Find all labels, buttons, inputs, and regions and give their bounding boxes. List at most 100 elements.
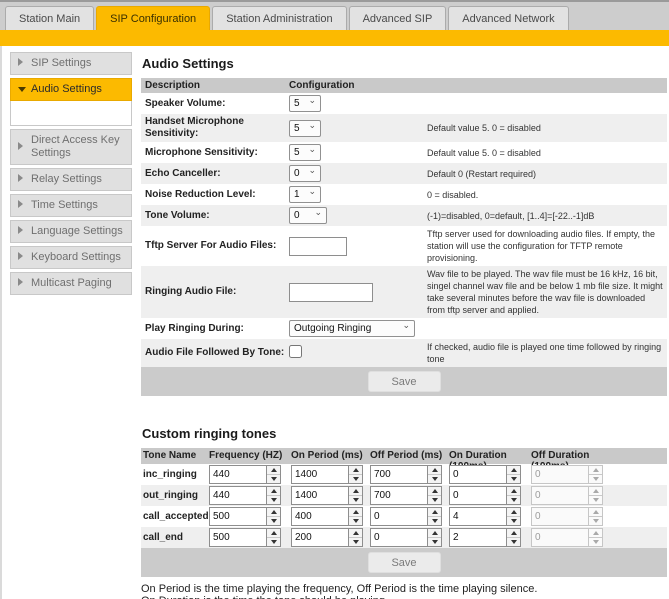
inc-ringing-on-duration-input[interactable]: 0: [449, 465, 521, 484]
chevron-right-icon: [18, 173, 25, 186]
tone-name: out_ringing: [143, 490, 198, 501]
row-help: Default 0 (Restart required): [427, 168, 537, 179]
table-row: Play Ringing During: Outgoing Ringing: [141, 318, 667, 339]
spinner-up-icon[interactable]: [507, 508, 520, 517]
chevron-right-icon: [18, 141, 25, 154]
spinner-down-icon[interactable]: [349, 475, 362, 483]
microphone-sensitivity-select[interactable]: 5: [289, 144, 321, 161]
sidebar-item-direct-access-key-settings[interactable]: Direct Access Key Settings: [10, 129, 132, 165]
row-help: Wav file to be played. The wav file must…: [427, 269, 663, 315]
echo-canceller-select[interactable]: 0: [289, 165, 321, 182]
out-ringing-off-period-input[interactable]: 700: [370, 486, 442, 505]
sidebar-item-keyboard-settings[interactable]: Keyboard Settings: [10, 246, 132, 269]
call-end-on-duration-input[interactable]: 2: [449, 528, 521, 547]
spinner-down-icon[interactable]: [428, 538, 441, 546]
spinner-up-icon[interactable]: [428, 529, 441, 538]
spinner-up-icon: [589, 508, 602, 517]
call-accepted-on-duration-input[interactable]: 4: [449, 507, 521, 526]
sidebar-item-label: Audio Settings: [31, 83, 102, 95]
spinner-up-icon[interactable]: [507, 487, 520, 496]
out-ringing-frequency-input[interactable]: 440: [209, 486, 281, 505]
spinner-up-icon[interactable]: [428, 487, 441, 496]
ringing-audio-file-input[interactable]: [289, 282, 373, 302]
spinner-down-icon[interactable]: [349, 517, 362, 525]
out-ringing-on-period-input[interactable]: 1400: [291, 486, 363, 505]
tab-advanced-sip[interactable]: Advanced SIP: [348, 6, 447, 30]
handset-microphone-sensitivity-select[interactable]: 5: [289, 119, 321, 137]
column-header-description: Description: [145, 80, 201, 91]
spinner-up-icon[interactable]: [428, 466, 441, 475]
call-end-frequency-input[interactable]: 500: [209, 528, 281, 547]
spinner-down-icon[interactable]: [428, 475, 441, 483]
table-row: call_accepted 500 400 0 4 0: [141, 506, 667, 527]
sidebar-item-language-settings[interactable]: Language Settings: [10, 220, 132, 243]
spinner-down-icon[interactable]: [267, 517, 280, 525]
audio-settings-table: Description Configuration Speaker Volume…: [141, 78, 667, 396]
spinner-up-icon: [589, 487, 602, 496]
spinner-down-icon[interactable]: [267, 475, 280, 483]
tab-advanced-network[interactable]: Advanced Network: [448, 6, 569, 30]
call-accepted-frequency-input[interactable]: 500: [209, 507, 281, 526]
spinner-down-icon[interactable]: [507, 538, 520, 546]
tab-station-administration[interactable]: Station Administration: [212, 6, 347, 30]
spinner-up-icon[interactable]: [507, 529, 520, 538]
inc-ringing-off-period-input[interactable]: 700: [370, 465, 442, 484]
spinner-up-icon[interactable]: [349, 466, 362, 475]
spinner-up-icon[interactable]: [349, 487, 362, 496]
call-end-off-period-input[interactable]: 0: [370, 528, 442, 547]
page-content: SIP Settings Audio Settings Direct Acces…: [0, 46, 669, 599]
tab-station-main[interactable]: Station Main: [5, 6, 95, 30]
column-header-configuration: Configuration: [289, 80, 355, 91]
spinner-down-icon[interactable]: [428, 496, 441, 504]
call-accepted-off-period-input[interactable]: 0: [370, 507, 442, 526]
spinner-down-icon[interactable]: [349, 538, 362, 546]
out-ringing-on-duration-input[interactable]: 0: [449, 486, 521, 505]
sidebar-item-time-settings[interactable]: Time Settings: [10, 194, 132, 217]
spinner-up-icon[interactable]: [349, 529, 362, 538]
custom-ringing-tones-section: Custom ringing tones Tone Name Frequency…: [141, 426, 668, 599]
audio-file-followed-by-tone-checkbox[interactable]: [289, 345, 302, 358]
spinner-up-icon[interactable]: [267, 508, 280, 517]
spinner-up-icon[interactable]: [267, 487, 280, 496]
tab-sip-configuration[interactable]: SIP Configuration: [96, 6, 211, 30]
spinner-down-icon[interactable]: [507, 496, 520, 504]
sidebar-item-sip-settings[interactable]: SIP Settings: [10, 52, 132, 75]
chevron-right-icon: [18, 57, 25, 70]
save-row: Save: [141, 367, 667, 396]
spinner-up-icon[interactable]: [507, 466, 520, 475]
spinner-up-icon[interactable]: [428, 508, 441, 517]
call-end-off-duration-input: 0: [531, 528, 603, 547]
spinner-down-icon[interactable]: [267, 538, 280, 546]
spinner-down-icon[interactable]: [428, 517, 441, 525]
inc-ringing-frequency-input[interactable]: 440: [209, 465, 281, 484]
chevron-down-icon: [18, 83, 25, 96]
spinner-up-icon[interactable]: [349, 508, 362, 517]
inc-ringing-on-period-input[interactable]: 1400: [291, 465, 363, 484]
custom-tones-save-button[interactable]: Save: [367, 552, 441, 573]
sidebar-item-label: Language Settings: [31, 225, 123, 237]
note-line: On Period is the time playing the freque…: [141, 583, 538, 595]
sidebar: SIP Settings Audio Settings Direct Acces…: [10, 52, 132, 298]
tab-bar: Station Main SIP Configuration Station A…: [0, 0, 669, 30]
spinner-down-icon[interactable]: [507, 517, 520, 525]
sidebar-item-multicast-paging[interactable]: Multicast Paging: [10, 272, 132, 295]
spinner-down-icon[interactable]: [349, 496, 362, 504]
sidebar-item-audio-settings[interactable]: Audio Settings: [10, 78, 132, 101]
sidebar-item-label: Time Settings: [31, 199, 98, 211]
tone-volume-select[interactable]: 0: [289, 207, 327, 224]
call-accepted-on-period-input[interactable]: 400: [291, 507, 363, 526]
spinner-down-icon[interactable]: [267, 496, 280, 504]
chevron-right-icon: [18, 199, 25, 212]
noise-reduction-level-select[interactable]: 1: [289, 186, 321, 203]
spinner-up-icon[interactable]: [267, 466, 280, 475]
tftp-server-input[interactable]: [289, 236, 347, 256]
call-end-on-period-input[interactable]: 200: [291, 528, 363, 547]
spinner-down-icon[interactable]: [507, 475, 520, 483]
spinner-up-icon[interactable]: [267, 529, 280, 538]
row-label: Play Ringing During:: [145, 322, 244, 334]
sidebar-item-relay-settings[interactable]: Relay Settings: [10, 168, 132, 191]
speaker-volume-select[interactable]: 5: [289, 95, 321, 112]
play-ringing-during-select[interactable]: Outgoing Ringing: [289, 320, 415, 337]
audio-settings-save-button[interactable]: Save: [367, 371, 441, 392]
out-ringing-off-duration-input: 0: [531, 486, 603, 505]
